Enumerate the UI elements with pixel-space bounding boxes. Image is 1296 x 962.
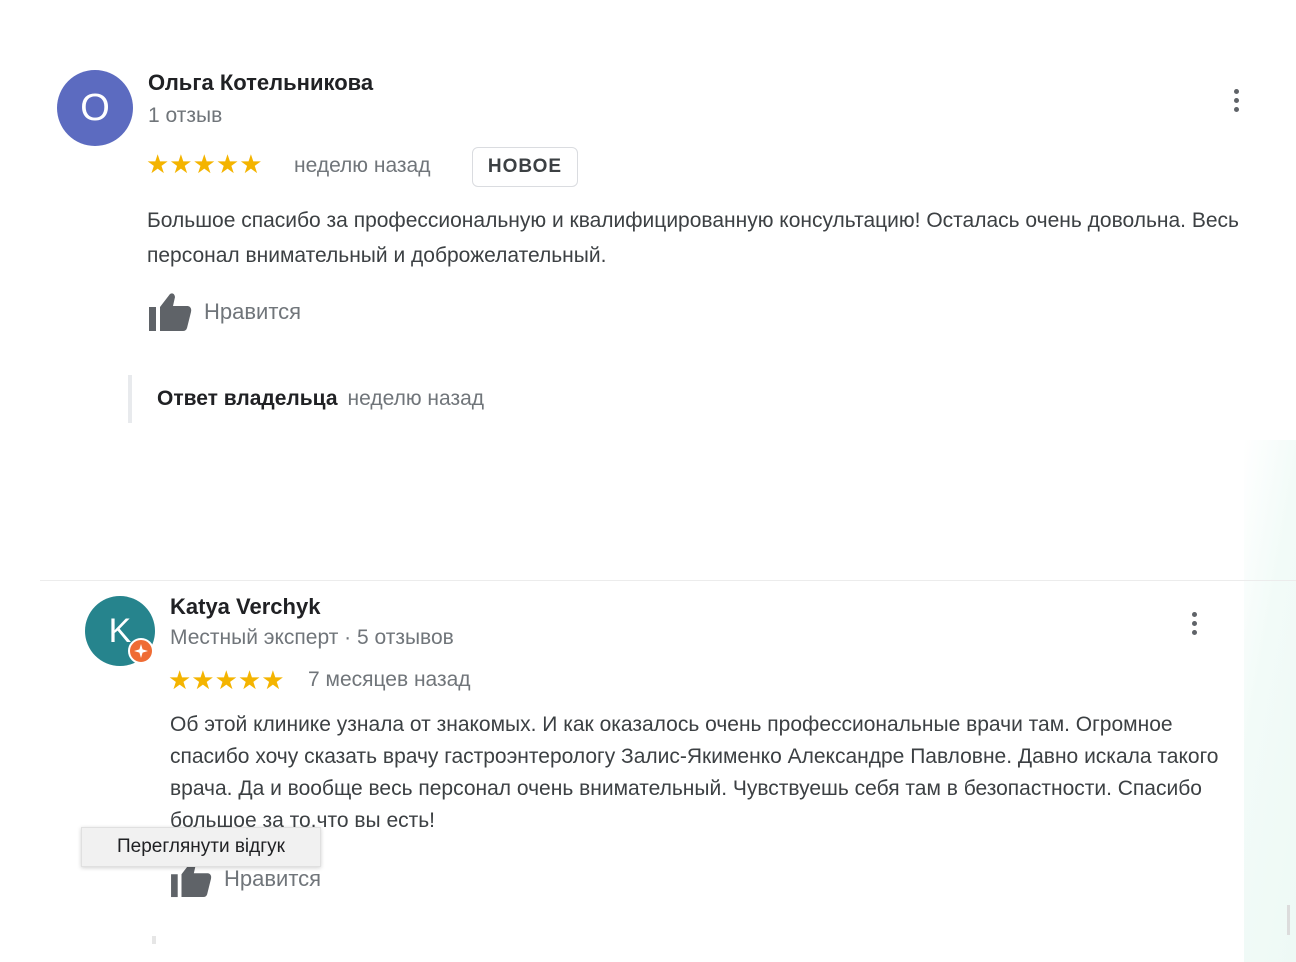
review-date: неделю назад	[294, 154, 431, 177]
review-divider	[40, 580, 1296, 581]
new-badge: НОВОЕ	[472, 147, 578, 187]
reviewer-meta[interactable]: Местный эксперт · 5 отзывов	[170, 626, 454, 650]
owner-reply-label: Ответ владельца	[157, 387, 338, 410]
avatar-letter: О	[80, 86, 110, 129]
like-button[interactable]: Нравится	[148, 292, 301, 332]
thumbs-up-icon	[149, 293, 192, 331]
like-label: Нравится	[204, 299, 302, 324]
reviewer-avatar[interactable]: О	[57, 70, 133, 146]
owner-reply-date: неделю назад	[347, 387, 485, 410]
more-options-icon[interactable]	[1224, 80, 1248, 120]
rating-stars: ★★★★★	[168, 666, 285, 696]
reviewer-meta[interactable]: 1 отзыв	[148, 104, 222, 128]
review-text: Большое спасибо за профессиональную и кв…	[147, 209, 1239, 267]
next-review-edge	[152, 936, 156, 944]
reviews-page: О Ольга Котельникова 1 отзыв ★★★★★ недел…	[0, 0, 1296, 962]
view-review-tooltip: Переглянути відгук	[81, 827, 321, 867]
review-date: 7 месяцев назад	[308, 668, 471, 691]
review-text: Об этой клинике узнала от знакомых. И ка…	[170, 713, 1219, 832]
rating-stars: ★★★★★	[146, 150, 263, 180]
avatar-letter: K	[108, 611, 132, 650]
local-guide-badge-icon	[128, 638, 154, 664]
owner-reply: Ответ владельца неделю назад	[128, 375, 484, 423]
reviewer-name[interactable]: Ольга Котельникова	[148, 70, 373, 96]
background-accent	[1244, 440, 1296, 962]
like-label: Нравится	[224, 866, 322, 891]
more-options-icon[interactable]	[1182, 603, 1206, 643]
scroll-edge	[1287, 905, 1290, 935]
reviewer-name[interactable]: Katya Verchyk	[170, 594, 320, 620]
